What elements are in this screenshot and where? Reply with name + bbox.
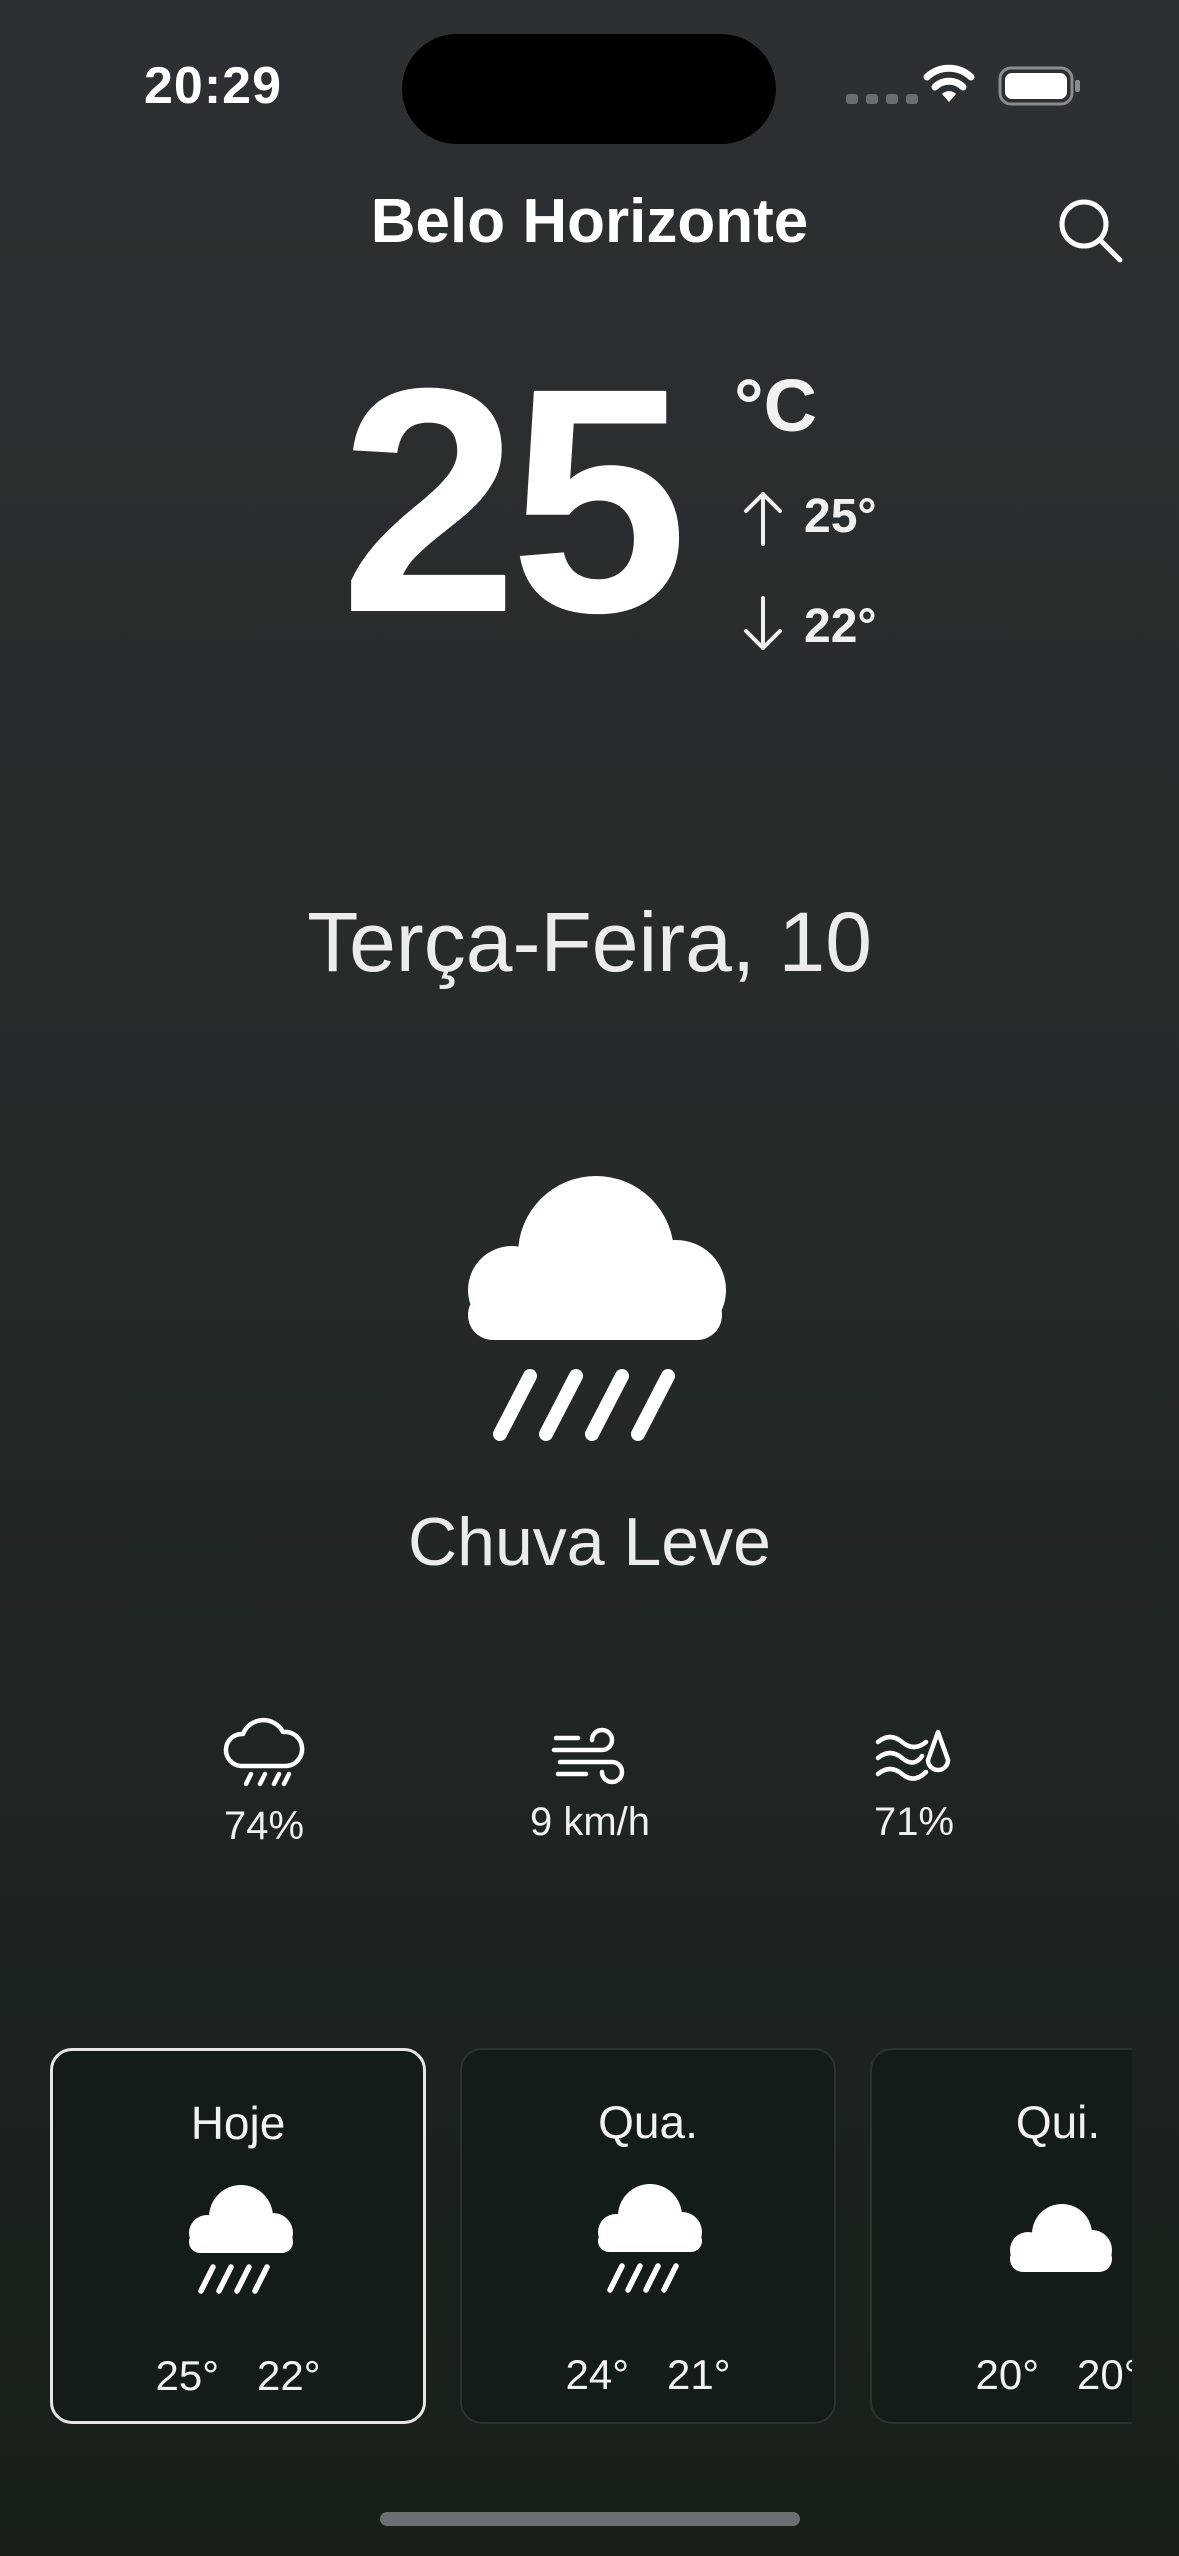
humidity-icon — [794, 1720, 1034, 1797]
arrow-up-icon — [738, 490, 788, 551]
humidity-value: 71% — [873, 1800, 955, 1844]
forecast-max: 25° — [155, 2352, 219, 2399]
home-indicator[interactable] — [380, 2512, 800, 2526]
max-temperature: 25° — [804, 490, 877, 543]
forecast-max: 24° — [565, 2351, 629, 2398]
wind-icon — [470, 1720, 710, 1797]
dynamic-island — [402, 34, 776, 144]
forecast-min: 20° — [1077, 2351, 1132, 2398]
cloud-icon — [1004, 2200, 1116, 2285]
cloud-rain-icon — [456, 1166, 732, 1451]
forecast-min: 21° — [667, 2351, 731, 2398]
forecast-strip[interactable]: Hoje 25° 22° Qua. 24° 21° Qui. 20° 20 — [48, 2048, 1132, 2428]
cloud-rain-icon — [185, 2181, 297, 2304]
humidity-stat: 71% — [794, 1720, 1034, 1847]
wifi-icon — [922, 62, 976, 111]
forecast-day: Qui. — [1015, 2096, 1101, 2148]
forecast-card-today[interactable]: Hoje 25° 22° — [50, 2048, 426, 2424]
min-temperature: 22° — [804, 600, 877, 653]
current-temperature: 25 — [340, 321, 688, 679]
forecast-card-wednesday[interactable]: Qua. 24° 21° — [460, 2048, 836, 2424]
cloud-rain-icon — [594, 2180, 706, 2303]
date-label: Terça-Feira, 10 — [307, 895, 872, 989]
cloud-drizzle-icon — [144, 1716, 384, 1801]
rain-probability-stat: 74% — [144, 1716, 384, 1851]
cellular-signal-icon — [846, 94, 918, 104]
forecast-day: Hoje — [190, 2097, 286, 2149]
forecast-day: Qua. — [598, 2096, 698, 2148]
condition-label: Chuva Leve — [408, 1504, 771, 1580]
status-time: 20:29 — [144, 57, 282, 115]
city-title: Belo Horizonte — [370, 187, 809, 256]
rain-probability-value: 74% — [223, 1804, 305, 1848]
forecast-min: 22° — [257, 2352, 321, 2399]
wind-speed-value: 9 km/h — [529, 1800, 651, 1844]
battery-icon — [998, 66, 1082, 111]
temperature-unit: °C — [734, 364, 818, 447]
search-icon[interactable] — [1056, 196, 1124, 269]
wind-speed-stat: 9 km/h — [470, 1720, 710, 1847]
arrow-down-icon — [738, 596, 788, 657]
forecast-card-thursday[interactable]: Qui. 20° 20° — [870, 2048, 1132, 2424]
forecast-max: 20° — [975, 2351, 1039, 2398]
